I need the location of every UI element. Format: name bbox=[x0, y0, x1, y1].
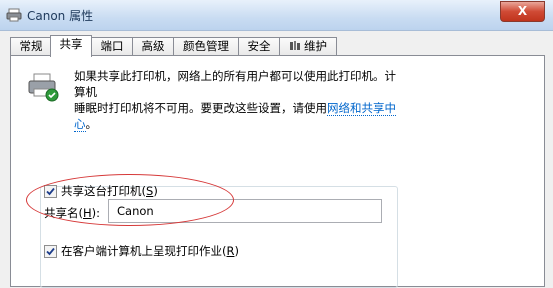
tab-general[interactable]: 常规 bbox=[10, 37, 52, 56]
annotation-ellipse bbox=[26, 174, 234, 226]
tab-maintenance[interactable]: 维护 bbox=[279, 37, 337, 56]
render-on-client-option[interactable]: 在客户端计算机上呈现打印作业(R) bbox=[44, 243, 239, 259]
tab-ports[interactable]: 端口 bbox=[91, 37, 133, 56]
shared-printer-icon bbox=[28, 73, 59, 102]
close-icon: X bbox=[517, 4, 528, 18]
sharing-description: 如果共享此打印机，网络上的所有用户都可以使用此打印机。计算机 睡眠时打印机将不可… bbox=[74, 69, 396, 132]
close-button[interactable]: X bbox=[500, 1, 545, 22]
tab-sharing[interactable]: 共享 bbox=[50, 35, 92, 57]
tab-security[interactable]: 安全 bbox=[238, 37, 280, 56]
window-title: Canon 属性 bbox=[27, 9, 94, 23]
render-on-client-label: 在客户端计算机上呈现打印作业(R) bbox=[61, 244, 239, 258]
tab-color-management[interactable]: 颜色管理 bbox=[173, 37, 239, 56]
render-on-client-checkbox[interactable] bbox=[44, 244, 57, 258]
printer-icon bbox=[6, 8, 22, 22]
tab-advanced[interactable]: 高级 bbox=[132, 37, 174, 56]
title-bar: Canon 属性 X bbox=[0, 0, 553, 31]
checkmark-icon bbox=[46, 247, 55, 255]
maintenance-icon bbox=[290, 41, 300, 50]
